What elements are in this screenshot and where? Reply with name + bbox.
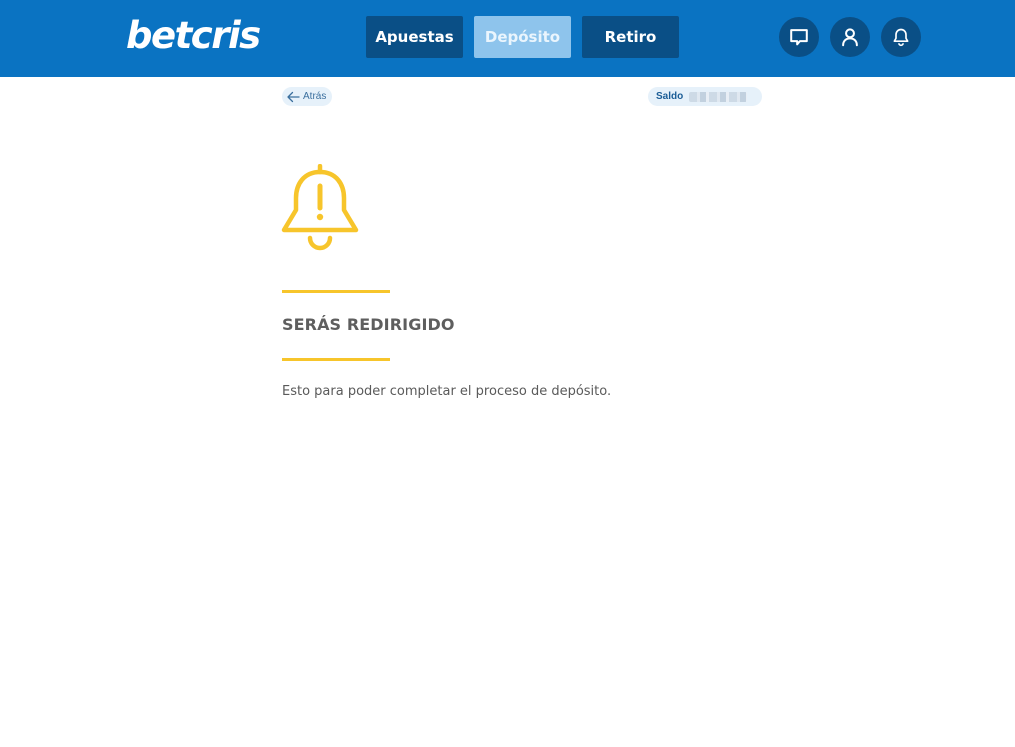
nav-deposito-label: Depósito — [484, 28, 561, 46]
nav-retiro-button[interactable]: Retiro — [582, 16, 679, 58]
saldo-label: Saldo — [656, 91, 684, 102]
page-title: SERÁS REDIRIGIDO — [282, 315, 455, 334]
nav-deposito-button[interactable]: Depósito — [474, 16, 571, 58]
balance-indicator: Saldo — [648, 87, 762, 106]
logo-text: betcris — [126, 14, 261, 57]
betcris-logo[interactable]: betcris — [126, 14, 261, 58]
nav-apuestas-label: Apuestas — [375, 28, 454, 46]
back-label: Atrás — [303, 91, 327, 102]
title-divider-top — [282, 290, 390, 293]
bell-alert-icon — [281, 164, 359, 251]
account-button[interactable] — [830, 17, 870, 57]
user-icon — [842, 28, 858, 47]
nav-apuestas-button[interactable]: Apuestas — [366, 16, 463, 58]
notifications-button[interactable] — [881, 17, 921, 57]
chat-icon — [790, 29, 808, 46]
top-navigation-bar: betcris Apuestas Depósito Retiro — [0, 0, 1015, 77]
balance-value-redacted — [689, 91, 748, 102]
back-button[interactable]: Atrás — [282, 87, 332, 106]
bell-icon — [893, 28, 909, 47]
title-divider-bottom — [282, 358, 390, 361]
nav-retiro-label: Retiro — [604, 28, 657, 46]
chat-button[interactable] — [779, 17, 819, 57]
arrow-left-icon — [287, 91, 300, 102]
redirect-message: Esto para poder completar el proceso de … — [282, 384, 612, 399]
